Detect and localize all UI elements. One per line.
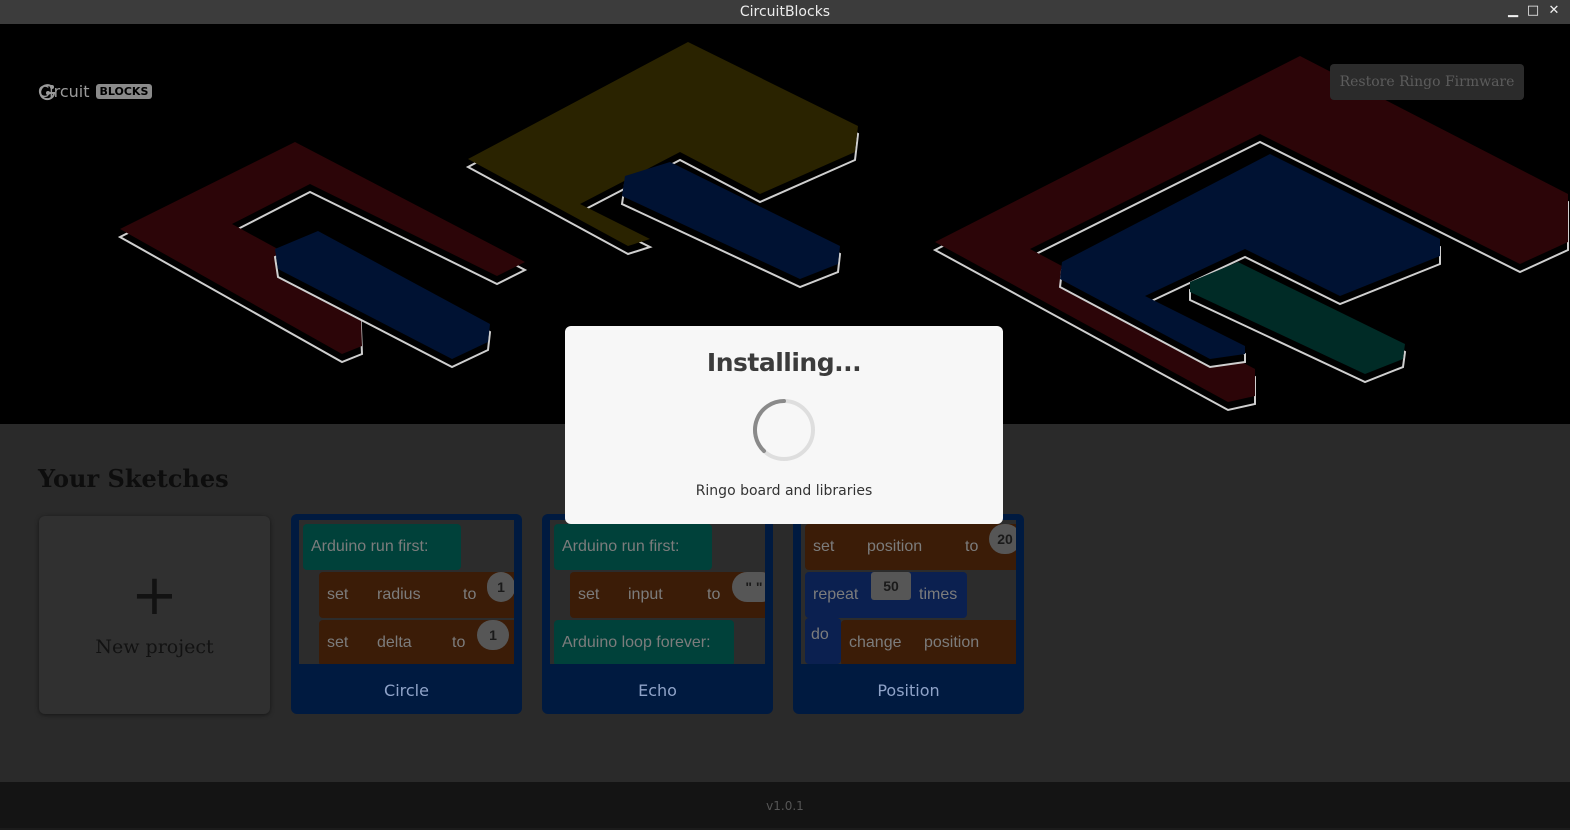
block-loop-forever: Arduino loop forever: [554, 620, 734, 664]
block-set-input: set input to " " [570, 572, 765, 618]
app-logo: Circuit BLOCKS [38, 82, 153, 101]
sketch-card-position[interactable]: set position to 20 repeat 50 times do ch… [793, 514, 1024, 714]
window-title: CircuitBlocks [739, 4, 831, 20]
version-text: v1.0.1 [766, 799, 804, 813]
block-set-position: set position to 20 [805, 524, 1016, 570]
block-change-position: change position [841, 620, 1016, 664]
logo-badge: BLOCKS [95, 84, 153, 99]
new-project-card[interactable]: + New project [39, 516, 270, 714]
sketch-preview: Arduino run first: set radius to 1 set d… [299, 520, 514, 664]
loading-spinner-icon [753, 399, 815, 461]
installing-dialog: Installing... Ringo board and libraries [565, 326, 1003, 524]
close-icon[interactable]: ✕ [1546, 3, 1562, 19]
sketch-preview: set position to 20 repeat 50 times do ch… [801, 520, 1016, 664]
block-do: do [805, 618, 841, 664]
block-set-radius: set radius to 1 [319, 572, 514, 618]
hero-block-middle [465, 42, 860, 289]
sketch-preview: Arduino run first: set input to " " Ardu… [550, 520, 765, 664]
dialog-message: Ringo board and libraries [695, 483, 873, 499]
circuit-logo-icon [39, 84, 55, 101]
restore-firmware-button[interactable]: Restore Ringo Firmware [1330, 64, 1524, 100]
sketches-heading: Your Sketches [38, 464, 229, 493]
minimize-icon[interactable]: ▁ [1505, 3, 1521, 19]
new-project-label: New project [95, 636, 214, 658]
block-repeat: repeat 50 times [805, 572, 967, 618]
dialog-title: Installing... [706, 348, 862, 377]
block-set-delta: set delta to 1 [319, 620, 514, 664]
block-run-first: Arduino run first: [554, 524, 712, 570]
footer: v1.0.1 [0, 782, 1570, 828]
sketch-name: Position [877, 681, 940, 700]
window-titlebar: CircuitBlocks ▁ □ ✕ [0, 0, 1570, 24]
maximize-icon[interactable]: □ [1525, 3, 1541, 19]
sketch-card-echo[interactable]: Arduino run first: set input to " " Ardu… [542, 514, 773, 714]
block-run-first: Arduino run first: [303, 524, 461, 570]
hero-block-left [117, 142, 528, 369]
sketch-name: Circle [384, 681, 429, 700]
hero-block-right [932, 56, 1569, 412]
plus-icon: + [131, 563, 178, 628]
sketch-card-circle[interactable]: Arduino run first: set radius to 1 set d… [291, 514, 522, 714]
sketch-name: Echo [638, 681, 677, 700]
